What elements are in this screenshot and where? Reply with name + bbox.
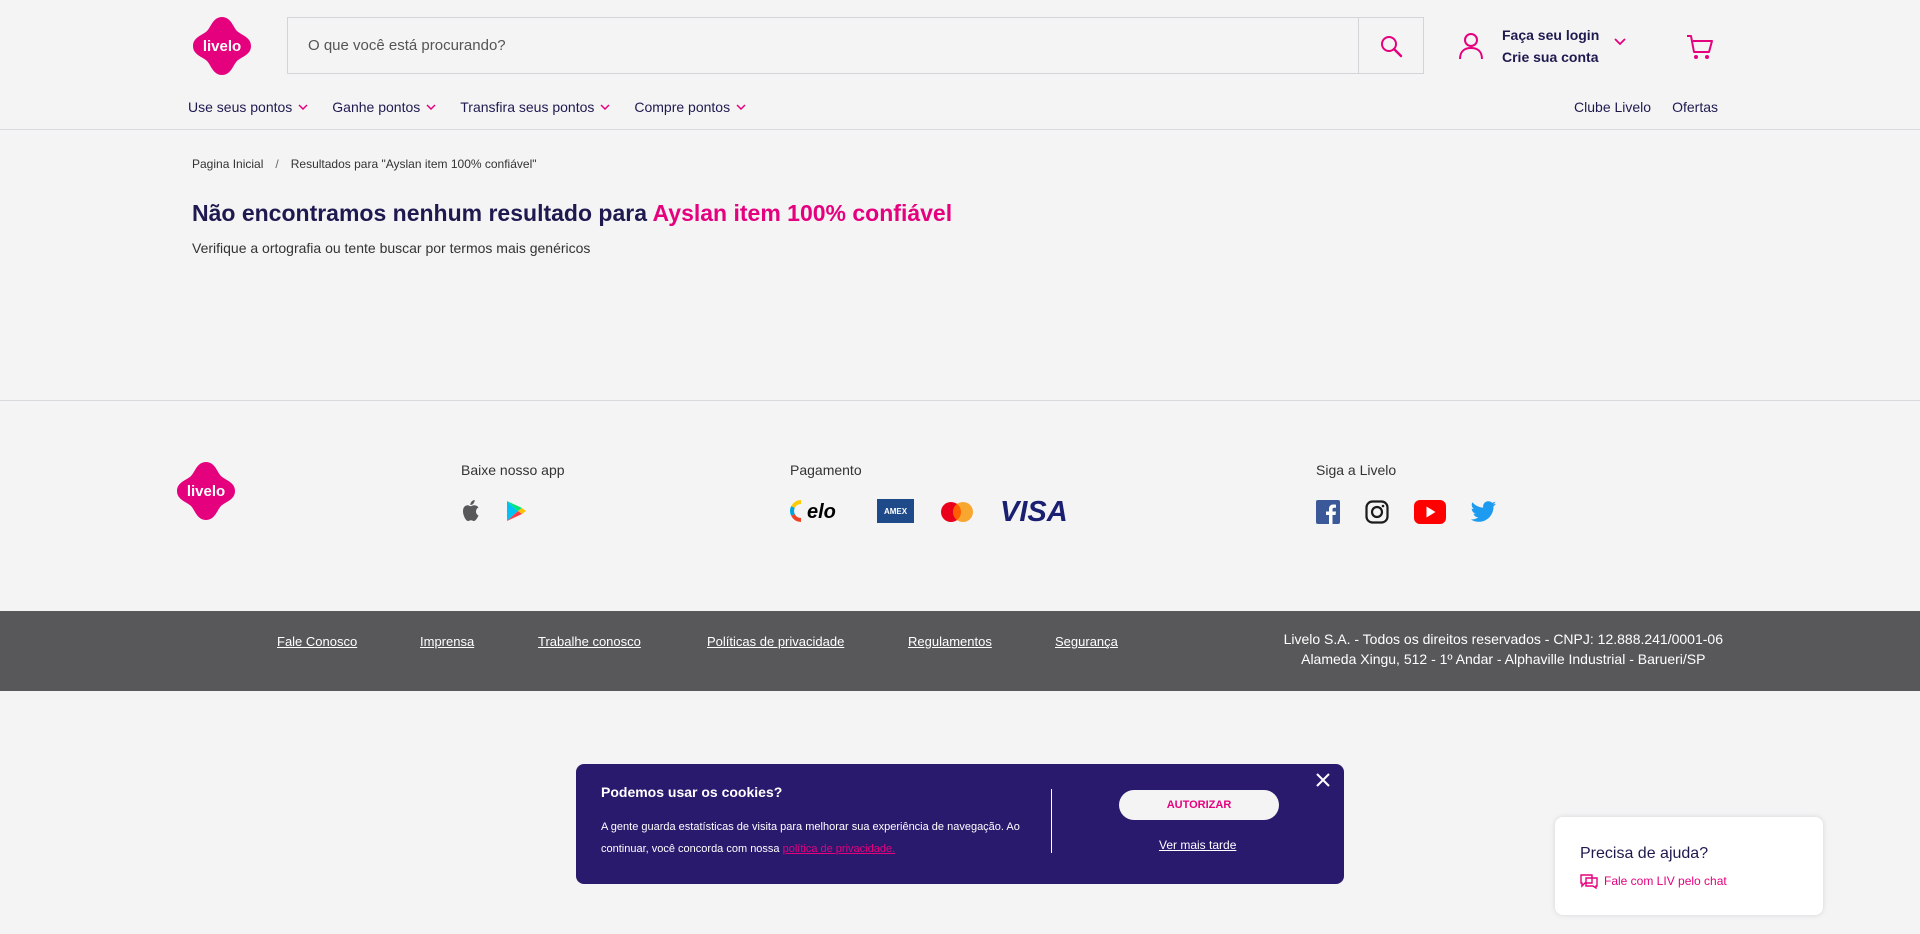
visa-logo: VISA bbox=[1000, 497, 1068, 525]
nav-earn-points[interactable]: Ganhe pontos bbox=[332, 99, 436, 115]
chevron-down-icon bbox=[426, 104, 436, 110]
footer-link-privacidade[interactable]: Políticas de privacidade bbox=[707, 634, 844, 649]
chat-icon bbox=[1580, 874, 1598, 889]
authorize-cookies-button[interactable]: AUTORIZAR bbox=[1119, 790, 1279, 820]
privacy-policy-link[interactable]: política de privacidade. bbox=[783, 843, 896, 855]
breadcrumb-separator: / bbox=[275, 157, 279, 171]
livelo-logo[interactable]: livelo bbox=[191, 15, 253, 77]
nav-buy-points[interactable]: Compre pontos bbox=[634, 99, 746, 115]
footer-link-seguranca[interactable]: Segurança bbox=[1055, 634, 1118, 649]
search-query: Ayslan item 100% confiável bbox=[652, 200, 953, 226]
page-title: Não encontramos nenhum resultado para Ay… bbox=[192, 200, 953, 226]
facebook-icon[interactable] bbox=[1316, 500, 1340, 524]
svg-text:AMEX: AMEX bbox=[884, 507, 908, 516]
cookie-title: Podemos usar os cookies? bbox=[601, 784, 783, 800]
app-title: Baixe nosso app bbox=[461, 462, 565, 478]
footer-link-fale-conosco[interactable]: Fale Conosco bbox=[277, 634, 357, 649]
amex-logo: AMEX bbox=[877, 499, 914, 523]
svg-text:livelo: livelo bbox=[203, 38, 241, 55]
main-nav: Use seus pontos Ganhe pontos Transfira s… bbox=[188, 99, 746, 115]
footer-bottom: Fale Conosco Imprensa Trabalhe conosco P… bbox=[0, 611, 1920, 691]
footer-link-trabalhe-conosco[interactable]: Trabalhe conosco bbox=[538, 634, 641, 649]
login-link[interactable]: Faça seu login bbox=[1502, 24, 1599, 46]
chevron-down-icon bbox=[736, 104, 746, 110]
twitter-icon[interactable] bbox=[1471, 501, 1497, 523]
instagram-icon[interactable] bbox=[1365, 500, 1389, 524]
search-icon bbox=[1381, 35, 1403, 57]
footer-livelo-logo: livelo bbox=[177, 462, 235, 520]
help-widget[interactable]: Precisa de ajuda? Fale com LIV pelo chat bbox=[1555, 817, 1823, 915]
search-hint: Verifique a ortografia ou tente buscar p… bbox=[192, 240, 591, 256]
user-icon bbox=[1459, 33, 1483, 60]
chevron-down-icon bbox=[600, 104, 610, 110]
help-title: Precisa de ajuda? bbox=[1580, 845, 1709, 862]
site-header: livelo Faça seu login Crie sua conta Use… bbox=[0, 0, 1920, 130]
chat-link[interactable]: Fale com LIV pelo chat bbox=[1580, 873, 1727, 889]
see-later-link[interactable]: Ver mais tarde bbox=[1159, 838, 1236, 852]
chevron-down-icon bbox=[298, 104, 308, 110]
social-title: Siga a Livelo bbox=[1316, 462, 1397, 478]
breadcrumb-home[interactable]: Pagina Inicial bbox=[192, 157, 263, 171]
cookie-divider bbox=[1051, 789, 1052, 853]
chevron-down-icon[interactable] bbox=[1614, 38, 1626, 46]
svg-text:VISA: VISA bbox=[1000, 497, 1068, 525]
nav-ofertas[interactable]: Ofertas bbox=[1672, 99, 1718, 115]
secondary-nav: Clube Livelo Ofertas bbox=[1574, 99, 1718, 115]
footer-link-imprensa[interactable]: Imprensa bbox=[420, 634, 474, 649]
youtube-icon[interactable] bbox=[1414, 500, 1446, 524]
svg-text:elo: elo bbox=[807, 501, 836, 523]
breadcrumb: Pagina Inicial / Resultados para "Ayslan… bbox=[192, 157, 537, 171]
cookie-text: A gente guarda estatísticas de visita pa… bbox=[601, 821, 1020, 855]
nav-use-points[interactable]: Use seus pontos bbox=[188, 99, 308, 115]
signup-link[interactable]: Crie sua conta bbox=[1502, 46, 1599, 68]
search-bar bbox=[287, 17, 1424, 74]
nav-transfer-points[interactable]: Transfira seus pontos bbox=[460, 99, 610, 115]
legal-info: Livelo S.A. - Todos os direitos reservad… bbox=[1283, 631, 1723, 667]
breadcrumb-current: Resultados para "Ayslan item 100% confiá… bbox=[290, 157, 537, 171]
payment-title: Pagamento bbox=[790, 462, 862, 478]
elo-logo: elo bbox=[790, 500, 836, 523]
search-input[interactable] bbox=[288, 18, 1358, 73]
account-menu[interactable]: Faça seu login Crie sua conta bbox=[1458, 24, 1599, 68]
mastercard-logo bbox=[941, 502, 973, 522]
nav-clube-livelo[interactable]: Clube Livelo bbox=[1574, 99, 1651, 115]
cookie-banner: Podemos usar os cookies? A gente guarda … bbox=[576, 764, 1344, 884]
apple-icon[interactable] bbox=[461, 499, 481, 523]
svg-text:livelo: livelo bbox=[187, 483, 225, 500]
search-button[interactable] bbox=[1358, 18, 1423, 73]
cart-icon[interactable] bbox=[1686, 34, 1714, 60]
close-icon[interactable] bbox=[1315, 772, 1331, 788]
google-play-icon[interactable] bbox=[505, 500, 527, 522]
footer-link-regulamentos[interactable]: Regulamentos bbox=[908, 634, 992, 649]
